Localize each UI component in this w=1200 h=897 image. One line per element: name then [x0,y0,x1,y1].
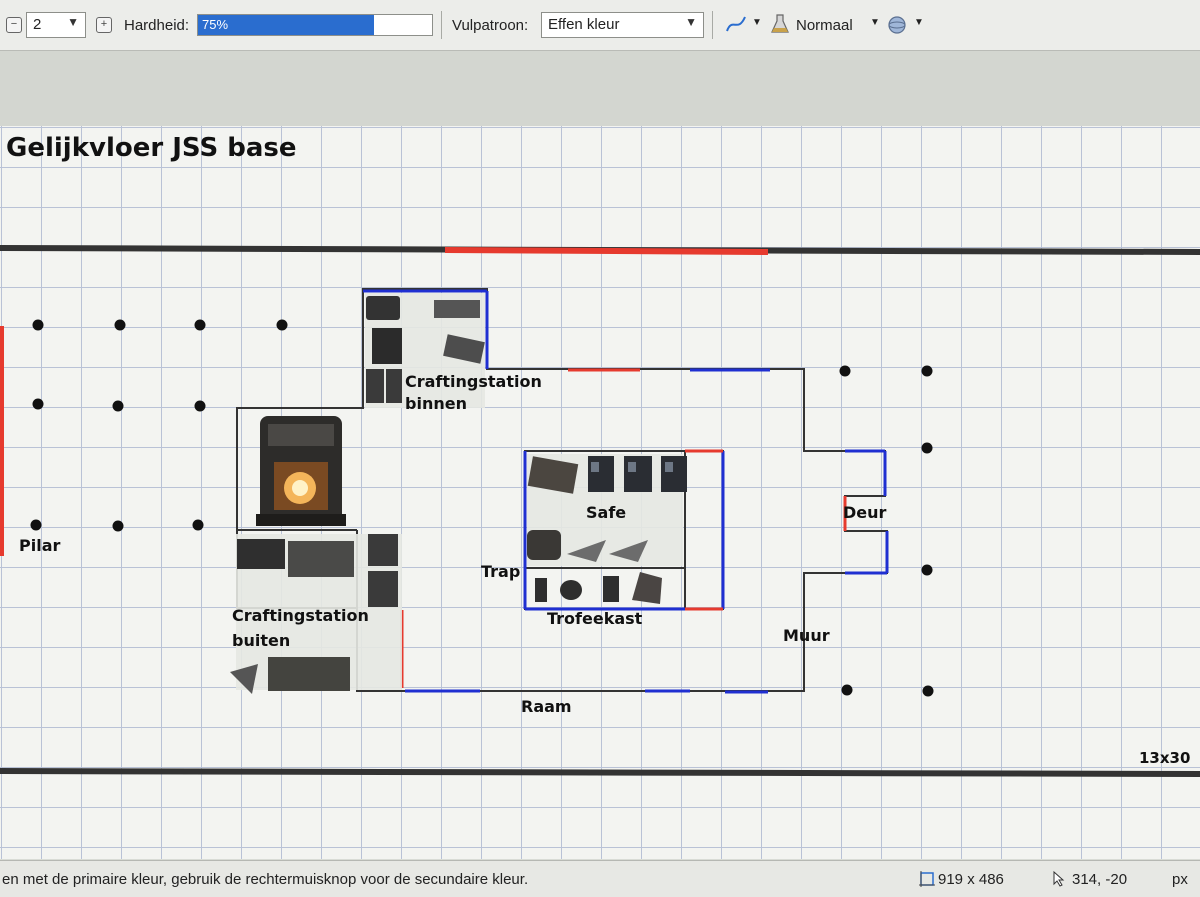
hardness-slider[interactable]: 75% [197,14,433,36]
chevron-down-icon: ▼ [67,15,79,29]
outer-wall-bottom [0,768,1200,777]
sphere-icon[interactable] [886,14,908,40]
blend-mode-value[interactable]: Normaal [796,17,853,34]
canvas-workspace: Gelijkvloer JSS base Craftingstation bin… [0,51,1200,859]
label-crafting-inside-2: binnen [405,394,467,413]
label-window: Raam [521,697,572,716]
cursor-position-readout: 314, -20 [1072,871,1128,888]
flask-icon [770,13,790,39]
image-size-readout: 919 x 486 [938,871,1004,888]
chevron-down-icon[interactable]: ▼ [870,17,880,28]
chevron-down-icon[interactable]: ▼ [752,17,762,28]
brush-size-value: 2 [33,16,42,33]
label-safe: Safe [586,503,626,522]
label-crafting-outside-1: Craftingstation [232,606,369,625]
label-trap: Trap [481,562,520,581]
brush-size-combo[interactable]: 2 ▼ [26,12,86,38]
fill-label: Vulpatroon: [452,17,529,34]
label-crafting-outside-2: buiten [232,631,290,650]
plan-title: Gelijkvloer JSS base [6,133,297,163]
image-size-icon [918,870,936,892]
curve-icon[interactable] [724,13,748,39]
trophy-items [535,572,662,604]
image-canvas[interactable]: Gelijkvloer JSS base Craftingstation bin… [0,126,1200,859]
status-bar: en met de primaire kleur, gebruik de rec… [0,860,1200,897]
label-pillar: Pilar [19,536,60,555]
chevron-down-icon: ▼ [685,15,697,29]
label-dimensions: 13x30 [1139,749,1190,767]
label-wall: Muur [783,626,830,645]
toolbar-separator [712,11,713,39]
fill-pattern-value: Effen kleur [548,16,620,33]
unit-selector[interactable]: px [1172,871,1188,888]
fill-pattern-combo[interactable]: Effen kleur ▼ [541,12,704,38]
plus-circle-icon[interactable]: + [96,17,112,33]
tool-options-toolbar: − 2 ▼ + Hardheid: 75% Vulpatroon: Effen … [0,0,1200,51]
chevron-down-icon[interactable]: ▼ [914,17,924,28]
cursor-position-icon [1050,870,1068,892]
label-trophy-case: Trofeekast [547,609,643,628]
door-segment-top [444,247,769,255]
toolbar-separator [441,11,442,39]
minus-circle-icon[interactable]: − [6,17,22,33]
hardness-label: Hardheid: [124,17,190,34]
status-hint: en met de primaire kleur, gebruik de rec… [2,871,529,888]
label-crafting-inside-1: Craftingstation [405,372,542,391]
label-door: Deur [843,503,887,522]
floor-plan-drawing: Gelijkvloer JSS base Craftingstation bin… [0,133,1200,777]
hardness-value: 75% [202,17,229,32]
forge-icon [256,416,346,526]
